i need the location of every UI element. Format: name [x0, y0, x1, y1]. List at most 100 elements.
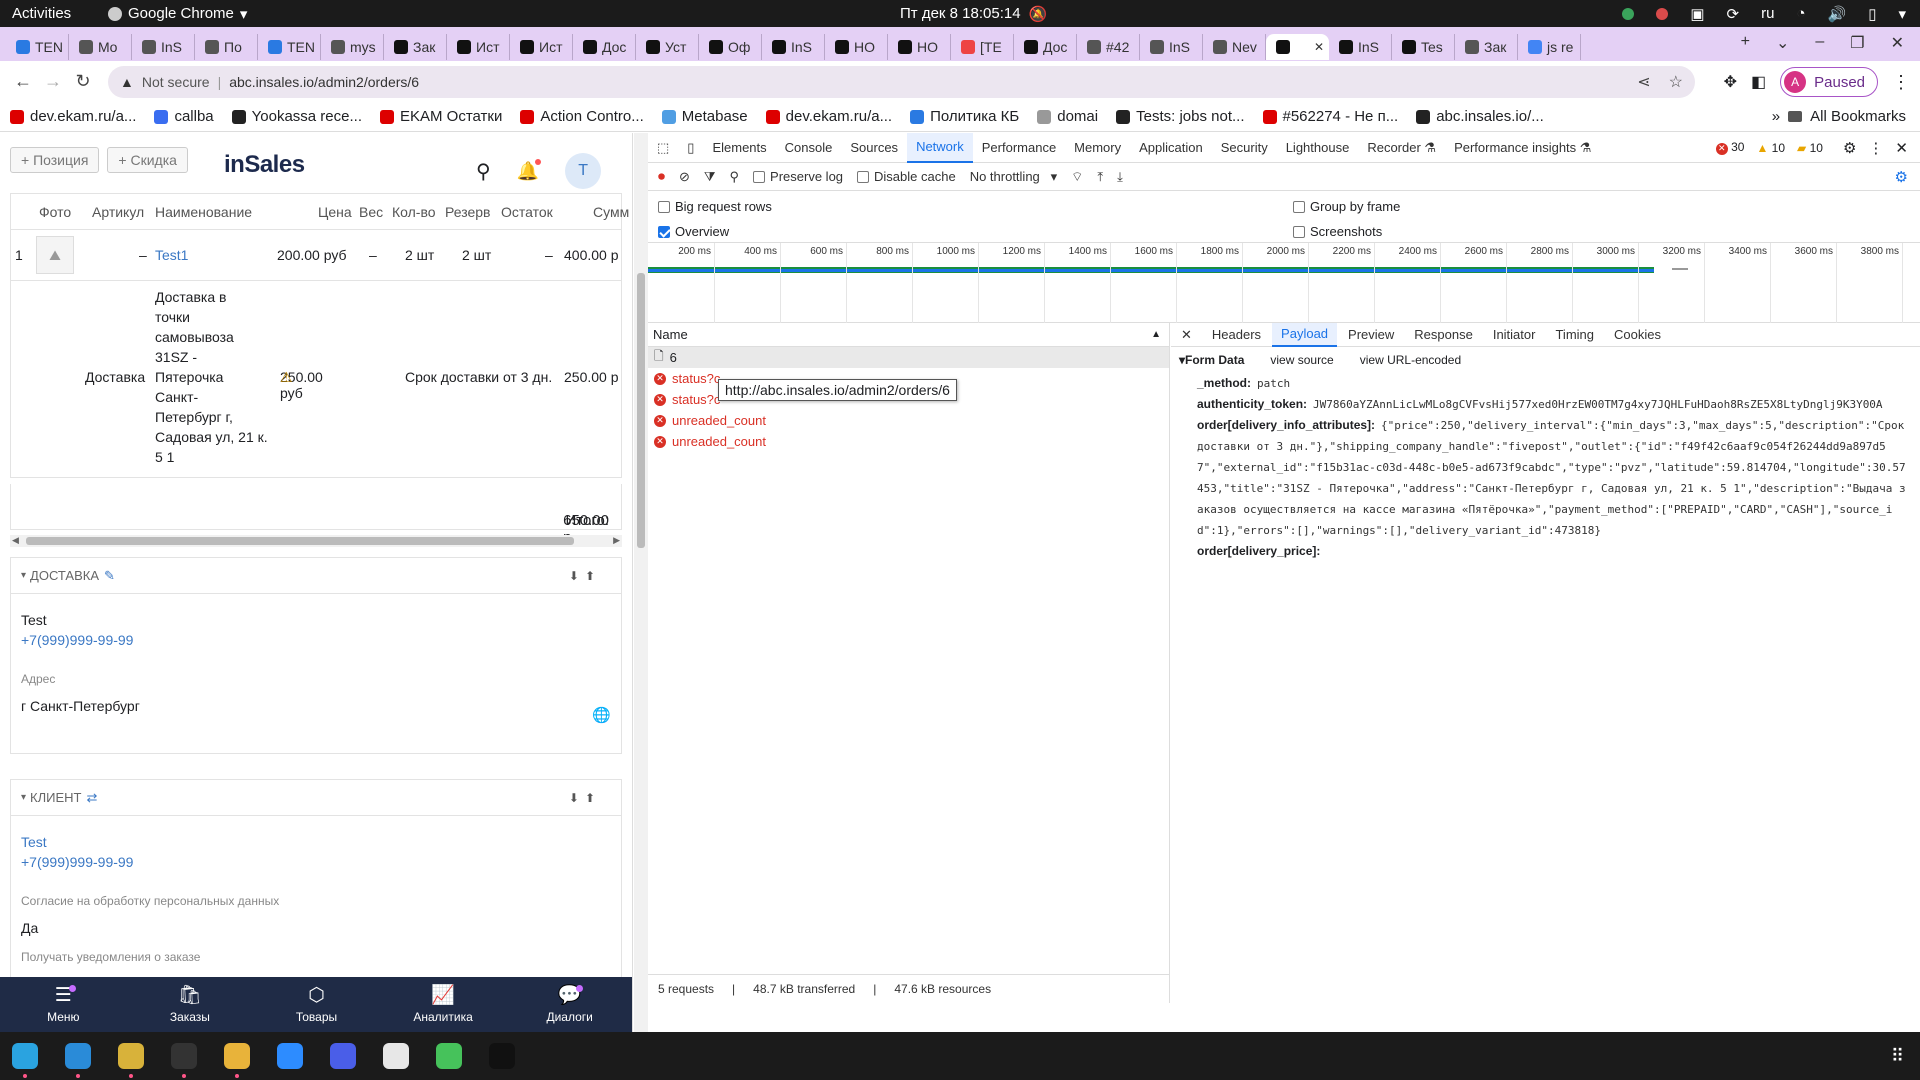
devtools-tab[interactable]: Lighthouse: [1277, 133, 1359, 163]
app-grid-icon[interactable]: ⠿: [1891, 1046, 1904, 1067]
network-overview-timeline[interactable]: 200 ms 400 ms 600 ms 800 ms 1000 ms 1200 ms 14…: [648, 243, 1920, 323]
row-price[interactable]: 200.00 руб: [277, 247, 347, 263]
bell-icon[interactable]: 🔔: [517, 158, 542, 182]
tab-search-icon[interactable]: ⌄: [1776, 33, 1789, 53]
filter-icon[interactable]: ⧩: [704, 169, 716, 185]
forward-icon[interactable]: →: [38, 71, 68, 92]
issue-counters[interactable]: ✕ 30 ▲ 10 ▰ 10 ⚙ ⋮ ✕: [1715, 139, 1908, 157]
detail-tab[interactable]: Cookies: [1605, 323, 1670, 347]
form-field[interactable]: order[delivery_price]:: [1197, 541, 1912, 562]
search-icon[interactable]: ⚲: [476, 159, 491, 184]
devtools-tab[interactable]: Sources: [841, 133, 907, 163]
detail-tab[interactable]: Response: [1405, 323, 1482, 347]
warning-counter[interactable]: ▲ 10: [1756, 141, 1785, 155]
disable-cache-checkbox[interactable]: Disable cache: [857, 169, 956, 184]
clear-icon[interactable]: ⊘: [679, 169, 690, 185]
form-field[interactable]: authenticity_token: JW7860aYZAnnLicLwMLo8…: [1197, 394, 1912, 415]
bookmark-item[interactable]: Политика КБ: [910, 108, 1019, 125]
detail-tab[interactable]: Payload: [1272, 322, 1338, 347]
bookmark-item[interactable]: Action Contro...: [520, 108, 644, 125]
scroll-thumb[interactable]: [26, 537, 574, 545]
profile-button[interactable]: A Paused: [1780, 67, 1878, 97]
scroll-left-icon[interactable]: ◀: [12, 535, 19, 546]
search-icon[interactable]: ⚲: [730, 169, 740, 185]
image-placeholder-icon[interactable]: ⛰: [36, 236, 74, 274]
language-indicator[interactable]: ru: [1761, 5, 1774, 22]
bookmark-item[interactable]: #562274 - Не п...: [1262, 108, 1398, 125]
add-discount-button[interactable]: + Скидка: [107, 147, 188, 173]
record-stop-icon[interactable]: ⏺: [658, 168, 665, 185]
bookmark-star-icon[interactable]: ☆: [1669, 72, 1683, 92]
zoom-icon[interactable]: [277, 1043, 303, 1069]
inspect-element-icon[interactable]: ⬚: [648, 133, 678, 163]
browser-tab[interactable]: НО: [825, 34, 888, 60]
clock[interactable]: Пт дек 8 18:05:14 🔕: [900, 5, 1047, 23]
nav-item-3[interactable]: 📈 Аналитика: [380, 977, 507, 1032]
close-devtools-icon[interactable]: ✕: [1895, 139, 1908, 157]
devtools-tab[interactable]: Performance insights ⚗: [1445, 133, 1600, 163]
view-url-encoded-link[interactable]: view URL-encoded: [1360, 353, 1461, 367]
delivery-panel-header[interactable]: ▾ ДОСТАВКА ✎ ⬇⬆: [11, 558, 621, 594]
wifi-icon[interactable]: ◔: [1796, 5, 1805, 22]
form-field[interactable]: order[delivery_info_attributes]: {"price"…: [1197, 415, 1912, 541]
device-toolbar-icon[interactable]: ▯: [678, 133, 703, 163]
devtools-tab[interactable]: Security: [1212, 133, 1277, 163]
browser-tab[interactable]: Дос: [1014, 34, 1077, 60]
browser-tab[interactable]: InS: [1329, 34, 1392, 60]
app-menu[interactable]: Google Chrome ▾: [108, 5, 247, 23]
swap-client-icon[interactable]: ⇄: [86, 790, 97, 806]
checkbox[interactable]: [658, 200, 670, 213]
chrome-menu-icon[interactable]: ⋮: [1892, 72, 1910, 93]
request-list-header[interactable]: Name ▲: [648, 323, 1169, 347]
activities-button[interactable]: Activities: [12, 5, 71, 22]
sort-arrow-icon[interactable]: ▲: [1151, 329, 1161, 340]
request-row[interactable]: 🗋 6: [648, 347, 1169, 368]
notes-icon[interactable]: [383, 1043, 409, 1069]
detail-tab[interactable]: Headers: [1203, 323, 1270, 347]
error-counter[interactable]: ✕ 30: [1715, 140, 1744, 155]
horizontal-scrollbar[interactable]: ◀ ▶: [10, 535, 622, 547]
globe-icon[interactable]: 🌐: [592, 706, 611, 724]
browser-tab[interactable]: js re: [1518, 34, 1581, 60]
browser-tab[interactable]: ✕: [1266, 34, 1329, 60]
big-rows-checkbox[interactable]: Big request rows: [658, 199, 772, 214]
checkbox[interactable]: [1293, 200, 1305, 213]
browser-tab[interactable]: Nev: [1203, 34, 1266, 60]
nav-item-1[interactable]: 🛍 Заказы: [127, 977, 254, 1032]
not-secure-label[interactable]: Not secure: [142, 74, 210, 90]
browser-tab[interactable]: Tes: [1392, 34, 1455, 60]
browser-tab[interactable]: mys: [321, 34, 384, 60]
detail-tab[interactable]: Preview: [1339, 323, 1403, 347]
browser-tab[interactable]: #42: [1077, 34, 1140, 60]
page-vertical-scrollbar[interactable]: [634, 133, 648, 1032]
power-menu-icon[interactable]: ▾: [1898, 5, 1906, 23]
browser-tab[interactable]: Зак: [384, 34, 447, 60]
browser-tab[interactable]: Дос: [573, 34, 636, 60]
collapse-icon[interactable]: ▾: [21, 570, 26, 581]
calculator-icon[interactable]: [118, 1043, 144, 1078]
form-data-toggle[interactable]: ▾Form Data: [1179, 353, 1244, 367]
checkbox[interactable]: [1293, 225, 1305, 238]
close-tab-icon[interactable]: ✕: [1314, 40, 1324, 54]
battery-icon[interactable]: ▯: [1868, 5, 1876, 23]
bookmark-item[interactable]: Tests: jobs not...: [1116, 108, 1245, 125]
network-conditions-icon[interactable]: ⌔: [1071, 169, 1083, 185]
chrome-icon[interactable]: [224, 1043, 250, 1078]
system-tray[interactable]: ▣ ⟳ ru ◔ 🔊 ▯ ▾: [1622, 5, 1906, 23]
user-avatar[interactable]: T: [565, 153, 602, 189]
import-har-icon[interactable]: ⤒: [1097, 169, 1103, 185]
minimize-icon[interactable]: –: [1815, 33, 1824, 53]
collapse-icon[interactable]: ▾: [21, 792, 26, 803]
row-qty[interactable]: 2 шт: [405, 247, 434, 263]
extensions-icon[interactable]: ✥: [1724, 72, 1737, 92]
browser-tab[interactable]: Ист: [510, 34, 573, 60]
volume-icon[interactable]: 🔊: [1828, 5, 1847, 23]
browser-tab[interactable]: Mo: [69, 34, 132, 60]
group-by-frame-checkbox[interactable]: Group by frame: [1293, 199, 1400, 214]
browser-tab[interactable]: [TE: [951, 34, 1014, 60]
bookmark-item[interactable]: callba: [154, 108, 214, 125]
telegram-icon[interactable]: [12, 1043, 38, 1078]
move-arrows-icon[interactable]: ⬇⬆: [569, 569, 601, 583]
url-text[interactable]: abc.insales.io/admin2/orders/6: [229, 74, 419, 90]
browser-tray-icon[interactable]: [1656, 7, 1669, 20]
